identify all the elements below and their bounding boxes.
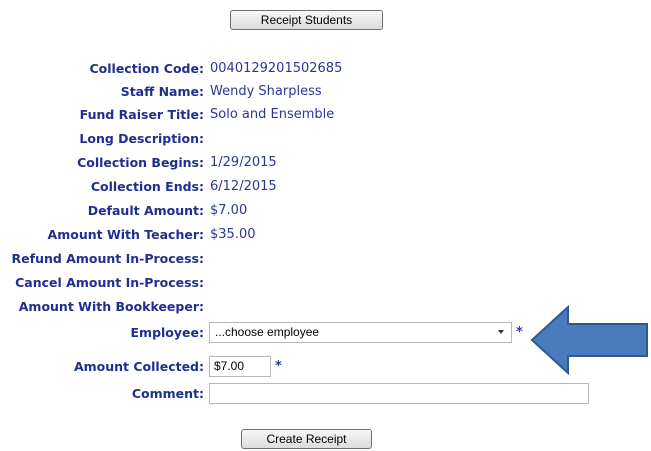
detail-row-fund-raiser-title: Fund Raiser Title: Solo and Ensemble bbox=[0, 106, 651, 123]
long-description-label: Long Description: bbox=[79, 131, 204, 146]
detail-row-collection-ends: Collection Ends: 6/12/2015 bbox=[0, 178, 651, 195]
collection-code-value: 0040129201502685 bbox=[210, 61, 343, 76]
comment-input[interactable] bbox=[209, 383, 589, 404]
default-amount-label: Default Amount: bbox=[87, 203, 204, 218]
detail-row-long-description: Long Description: bbox=[0, 130, 651, 147]
detail-row-cancel-amount: Cancel Amount In-Process: bbox=[0, 274, 651, 291]
amount-collected-label: Amount Collected: bbox=[73, 359, 204, 374]
amount-collected-value: $7.00 bbox=[214, 359, 245, 373]
employee-required-marker: * bbox=[516, 325, 523, 340]
left-arrow-icon bbox=[530, 304, 648, 376]
employee-label: Employee: bbox=[130, 325, 205, 340]
employee-select[interactable]: ...choose employee bbox=[209, 322, 512, 343]
collection-begins-value: 1/29/2015 bbox=[210, 155, 277, 170]
staff-name-value: Wendy Sharpless bbox=[210, 84, 322, 99]
refund-amount-label: Refund Amount In-Process: bbox=[11, 251, 204, 266]
detail-row-amount-with-teacher: Amount With Teacher: $35.00 bbox=[0, 226, 651, 243]
collection-ends-label: Collection Ends: bbox=[90, 179, 204, 194]
detail-row-default-amount: Default Amount: $7.00 bbox=[0, 202, 651, 219]
fund-raiser-title-value: Solo and Ensemble bbox=[210, 107, 335, 122]
collection-code-label: Collection Code: bbox=[89, 61, 204, 76]
detail-row-refund-amount: Refund Amount In-Process: bbox=[0, 250, 651, 267]
arrow-shape bbox=[530, 304, 648, 376]
amount-with-teacher-label: Amount With Teacher: bbox=[47, 227, 204, 242]
default-amount-value: $7.00 bbox=[210, 203, 248, 218]
amount-required-marker: * bbox=[275, 359, 282, 374]
employee-selected-value: ...choose employee bbox=[215, 325, 320, 339]
fund-raiser-title-label: Fund Raiser Title: bbox=[79, 107, 204, 122]
collection-ends-value: 6/12/2015 bbox=[210, 179, 277, 194]
comment-label: Comment: bbox=[131, 386, 204, 401]
comment-row: Comment: bbox=[0, 383, 651, 404]
amount-with-bookkeeper-label: Amount With Bookkeeper: bbox=[18, 299, 204, 314]
cancel-amount-label: Cancel Amount In-Process: bbox=[15, 275, 204, 290]
receipt-students-button[interactable]: Receipt Students bbox=[230, 10, 383, 30]
amount-collected-input[interactable]: $7.00 bbox=[209, 356, 271, 377]
detail-row-collection-code: Collection Code: 0040129201502685 bbox=[0, 60, 651, 77]
create-receipt-button[interactable]: Create Receipt bbox=[241, 429, 372, 449]
collection-begins-label: Collection Begins: bbox=[77, 155, 204, 170]
detail-row-staff-name: Staff Name: Wendy Sharpless bbox=[0, 83, 651, 100]
detail-row-collection-begins: Collection Begins: 1/29/2015 bbox=[0, 154, 651, 171]
chevron-down-icon[interactable] bbox=[498, 330, 504, 334]
amount-with-teacher-value: $35.00 bbox=[210, 227, 256, 242]
staff-name-label: Staff Name: bbox=[120, 84, 204, 99]
